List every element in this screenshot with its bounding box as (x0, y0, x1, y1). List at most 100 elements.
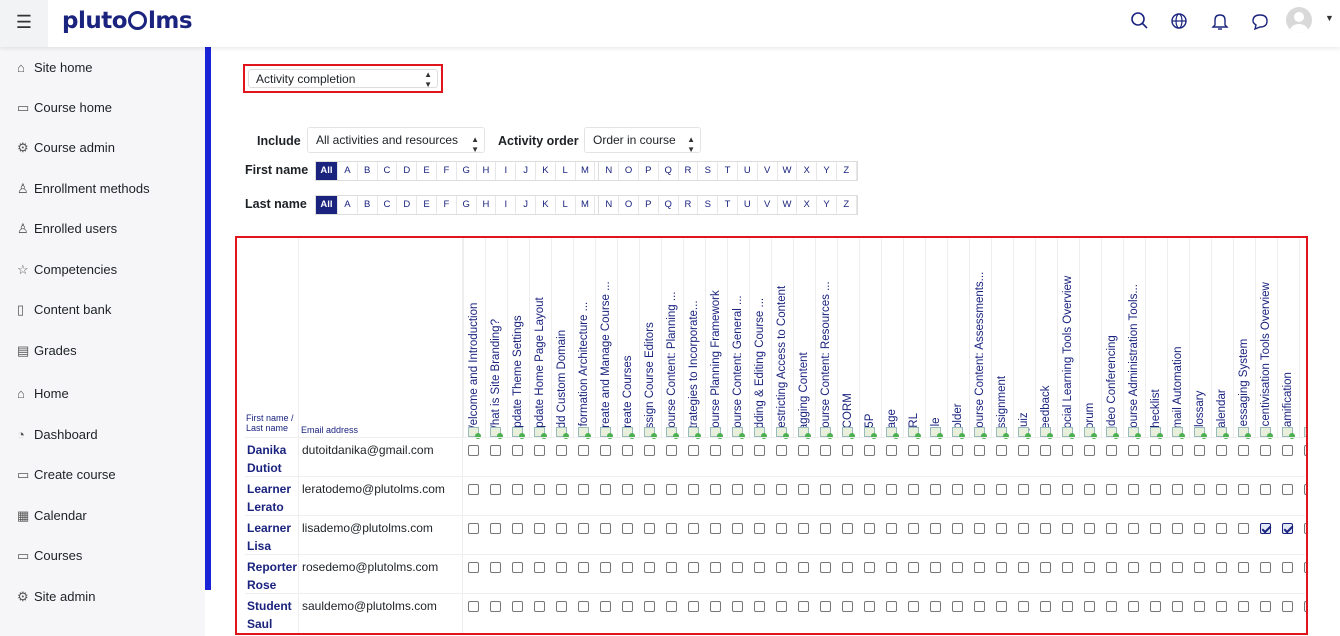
activity-name[interactable]: Create and Manage Course ... (600, 256, 612, 436)
first-name-initial-w[interactable]: W (778, 162, 798, 180)
last-name-initial-i[interactable]: I (496, 196, 517, 214)
completion-checkbox[interactable] (1216, 562, 1227, 573)
learner-name-link[interactable]: Reporter Rose (247, 558, 297, 594)
activity-name[interactable]: Folder (952, 256, 964, 436)
last-name-initial-n[interactable]: N (599, 196, 620, 214)
first-name-initial-all[interactable]: All (316, 162, 338, 180)
activity-name[interactable]: Course Administration Tools... (1128, 256, 1140, 436)
completion-checkbox[interactable] (1304, 484, 1306, 495)
completion-checkbox[interactable] (864, 523, 875, 534)
activity-column-header[interactable]: Tagging Content (793, 238, 815, 438)
completion-checkbox[interactable] (798, 562, 809, 573)
completion-checkbox[interactable] (578, 484, 589, 495)
completion-checkbox[interactable] (490, 523, 501, 534)
activity-column-header[interactable]: Create and Manage Course ... (595, 238, 617, 438)
completion-checkbox[interactable] (622, 601, 633, 612)
activity-column-header[interactable]: Messaging System (1233, 238, 1255, 438)
learner-name-link[interactable]: Learner Lisa (247, 519, 291, 555)
completion-checkbox[interactable] (974, 445, 985, 456)
activity-name[interactable]: Update Theme Settings (512, 256, 524, 436)
activity-name[interactable]: Assignment (996, 256, 1008, 436)
completion-checkbox[interactable] (622, 523, 633, 534)
completion-checkbox[interactable] (1304, 523, 1306, 534)
activity-name[interactable]: Welcome and Introduction (468, 256, 480, 436)
completion-checkbox[interactable] (974, 562, 985, 573)
last-name-initial-e[interactable]: E (417, 196, 437, 214)
completion-checkbox[interactable] (468, 562, 479, 573)
completion-checkbox[interactable] (1216, 484, 1227, 495)
completion-checkbox[interactable] (1260, 445, 1271, 456)
completion-checkbox[interactable] (974, 601, 985, 612)
activity-column-header[interactable]: Add Custom Domain (551, 238, 573, 438)
completion-checkbox[interactable] (688, 562, 699, 573)
activity-column-header[interactable]: Update Theme Settings (507, 238, 529, 438)
completion-checkbox[interactable] (1084, 601, 1095, 612)
activity-name[interactable]: H5P (864, 256, 876, 436)
completion-checkbox[interactable] (512, 601, 523, 612)
first-name-initial-r[interactable]: R (679, 162, 699, 180)
first-name-initial-h[interactable]: H (477, 162, 497, 180)
sidebar-item-grades[interactable]: ▤ Grades (17, 343, 77, 358)
last-name-initial-t[interactable]: T (718, 196, 738, 214)
completion-checkbox[interactable] (952, 445, 963, 456)
name-column-header[interactable]: First name / Last name (246, 413, 294, 433)
last-name-initial-p[interactable]: P (639, 196, 659, 214)
completion-checkbox[interactable] (490, 562, 501, 573)
completion-checkbox[interactable] (1260, 601, 1271, 612)
completion-checkbox[interactable] (1282, 484, 1293, 495)
completion-checkbox[interactable] (754, 562, 765, 573)
completion-checkbox[interactable] (468, 601, 479, 612)
activity-name[interactable]: Forum (1084, 256, 1096, 436)
completion-checkbox[interactable] (842, 562, 853, 573)
first-name-initial-c[interactable]: C (378, 162, 398, 180)
completion-checkbox[interactable] (512, 445, 523, 456)
completion-checkbox[interactable] (776, 484, 787, 495)
activity-name[interactable]: Information Architecture ... (578, 256, 590, 436)
completion-checkbox[interactable] (666, 523, 677, 534)
completion-checkbox[interactable] (952, 484, 963, 495)
completion-checkbox[interactable] (1106, 445, 1117, 456)
first-name-initial-g[interactable]: G (457, 162, 477, 180)
completion-checkbox[interactable] (820, 523, 831, 534)
activity-name[interactable]: Create Courses (622, 256, 634, 436)
completion-checkbox[interactable] (1260, 484, 1271, 495)
completion-checkbox[interactable] (578, 523, 589, 534)
activity-name[interactable]: URL (908, 256, 920, 436)
completion-checkbox[interactable] (556, 484, 567, 495)
completion-checkbox[interactable] (930, 562, 941, 573)
learner-name-link[interactable]: Learner Lerato (247, 480, 291, 516)
completion-checkbox[interactable] (534, 445, 545, 456)
activity-name[interactable]: Update Home Page Layout (534, 256, 546, 436)
completion-checkbox[interactable] (1018, 601, 1029, 612)
activity-column-header[interactable]: Welcome and Introduction (463, 238, 485, 438)
completion-checkbox[interactable] (732, 562, 743, 573)
completion-checkbox[interactable] (1150, 562, 1161, 573)
sidebar-item-enrollment-methods[interactable]: ♙ Enrollment methods (17, 181, 150, 196)
completion-checkbox[interactable] (842, 484, 853, 495)
completion-checkbox[interactable] (1172, 562, 1183, 573)
completion-checkbox[interactable] (930, 523, 941, 534)
completion-checkbox[interactable] (556, 601, 567, 612)
completion-checkbox[interactable] (1150, 445, 1161, 456)
learner-name-link[interactable]: Student Saul (247, 597, 292, 633)
site-logo[interactable]: pluto lms (62, 8, 193, 34)
completion-checkbox[interactable] (1128, 445, 1139, 456)
completion-checkbox[interactable] (952, 601, 963, 612)
completion-checkbox[interactable] (1128, 601, 1139, 612)
include-select[interactable]: All activities and resources ▲ ▼ (307, 127, 485, 154)
completion-checkbox[interactable] (534, 484, 545, 495)
first-name-initial-u[interactable]: U (738, 162, 758, 180)
sidebar-item-calendar[interactable]: ▦ Calendar (17, 508, 87, 523)
activity-name[interactable]: Glossary (1194, 256, 1206, 436)
activity-name[interactable]: Email Automation (1172, 256, 1184, 437)
completion-checkbox[interactable] (930, 601, 941, 612)
activity-name[interactable]: SCORM (842, 256, 854, 436)
completion-checkbox[interactable] (1062, 484, 1073, 495)
email-column-header[interactable]: Email address (301, 425, 358, 435)
last-name-initial-z[interactable]: Z (837, 196, 857, 214)
sidebar-item-courses[interactable]: ▭ Courses (17, 548, 82, 563)
completion-checkbox[interactable] (776, 523, 787, 534)
completion-checkbox[interactable] (1106, 601, 1117, 612)
last-name-initial-l[interactable]: L (556, 196, 576, 214)
last-name-initial-j[interactable]: J (516, 196, 536, 214)
